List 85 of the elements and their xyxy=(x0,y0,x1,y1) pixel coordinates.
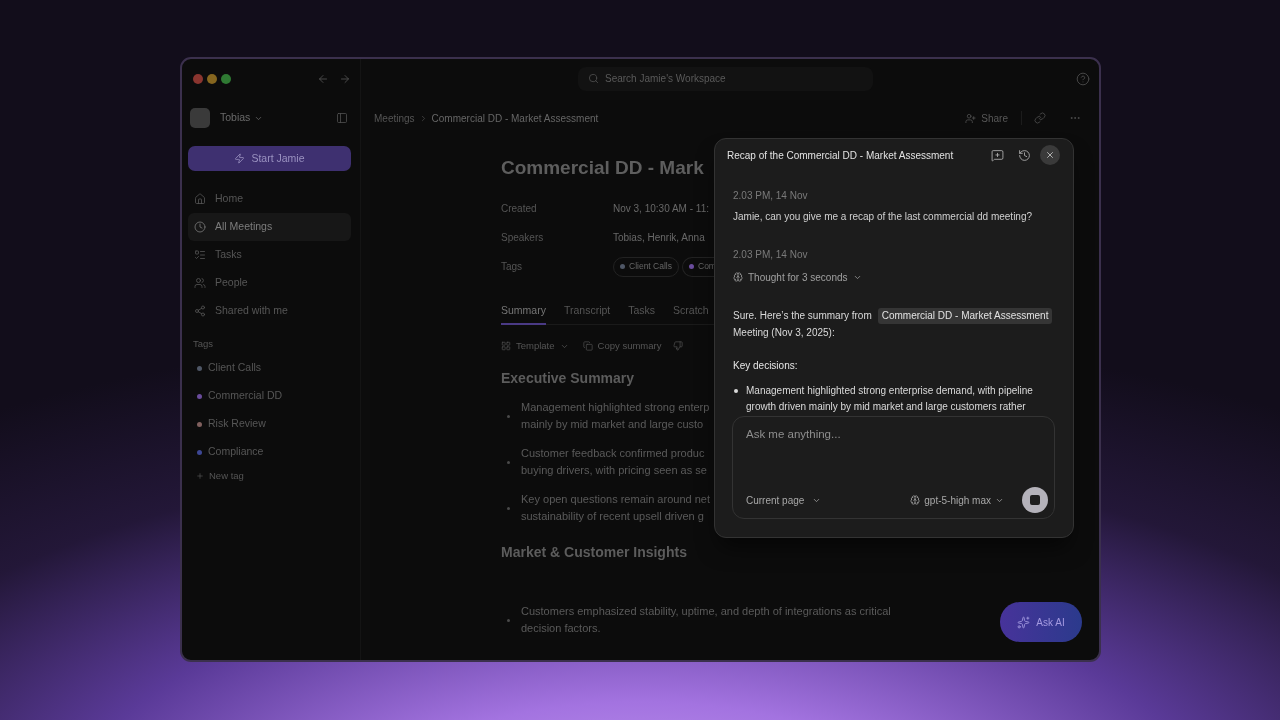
bullet-icon xyxy=(734,389,738,393)
bullet-text: Key open questions remain around net sustainability of recent upsell driven g xyxy=(521,492,710,524)
thought-toggle[interactable]: Thought for 3 seconds xyxy=(733,268,862,286)
lightning-icon xyxy=(234,153,246,164)
nav-item[interactable]: All Meetings xyxy=(188,213,351,241)
bullet-icon xyxy=(507,618,510,622)
message-timestamp: 2.03 PM, 14 Nov xyxy=(733,249,808,260)
tab[interactable]: Tasks xyxy=(628,299,656,325)
bullet-text: Customer feedback confirmed produc buying drivers, with pricing seen as se xyxy=(521,446,707,478)
message-text: Jamie, can you give me a recap of the last commercial dd meeting? xyxy=(733,210,1033,224)
share-button[interactable]: Share xyxy=(965,110,1008,126)
context-dropdown[interactable]: Current page xyxy=(746,492,822,508)
message-input[interactable]: Ask me anything... xyxy=(733,417,1054,487)
tag-item[interactable]: Client Calls xyxy=(188,354,351,382)
bullet-text: Management highlighted strong enterp mainly by mid market and large custo xyxy=(521,400,710,432)
reference-chip[interactable]: Commercial DD - Market Assessment xyxy=(877,308,1053,324)
tag-item[interactable]: Commercial DD xyxy=(188,382,351,410)
model-dropdown[interactable]: gpt-5-high max xyxy=(910,492,1004,508)
forward-arrow-icon[interactable] xyxy=(339,72,351,85)
copy-icon xyxy=(582,341,593,351)
tags-heading: Tags xyxy=(193,336,214,351)
sparkle-icon xyxy=(1017,615,1031,629)
thumbs-down-icon[interactable] xyxy=(673,341,684,351)
back-arrow-icon[interactable] xyxy=(317,72,329,85)
window-zoom-button[interactable] xyxy=(221,73,231,84)
history-icon[interactable] xyxy=(1018,148,1031,162)
brain-icon xyxy=(733,272,743,282)
property-label: Created xyxy=(501,202,538,216)
bullet-icon xyxy=(507,414,510,418)
nav-item[interactable]: Home xyxy=(188,185,351,213)
property-value: Tobias, Henrik, Anna xyxy=(613,231,705,245)
stop-icon xyxy=(1030,495,1040,505)
breadcrumb-link[interactable]: Meetings xyxy=(374,110,415,126)
brain-icon xyxy=(910,495,921,505)
property-value: Nov 3, 10:30 AM - 11: xyxy=(613,202,709,216)
property-label: Tags xyxy=(501,260,524,274)
close-icon xyxy=(1045,150,1055,160)
close-button[interactable] xyxy=(1040,145,1060,165)
tag-item[interactable]: Compliance xyxy=(188,438,351,466)
tab[interactable]: Summary xyxy=(501,299,546,325)
start-button[interactable]: Start Jamie xyxy=(188,146,351,171)
nav-item[interactable]: Tasks xyxy=(188,241,351,269)
window-minimize-button[interactable] xyxy=(207,73,217,84)
copy-summary-button[interactable]: Copy summary xyxy=(582,338,662,354)
bullet-text: Customers emphasized stability, uptime, and depth of integrations as critical decision factors. xyxy=(521,604,891,636)
people-icon xyxy=(194,277,206,289)
tab[interactable]: Transcript xyxy=(563,299,611,325)
breadcrumb-current: Commercial DD - Market Assessment xyxy=(431,111,599,126)
user-plus-icon xyxy=(965,112,977,124)
ask-ai-button[interactable]: Ask AI xyxy=(1000,602,1082,642)
grid-icon xyxy=(501,341,511,351)
tag-item[interactable]: Risk Review xyxy=(188,410,351,438)
link-icon[interactable] xyxy=(1034,112,1046,124)
message-heading: Key decisions: xyxy=(733,359,798,373)
search-icon xyxy=(588,73,599,84)
bullet-icon xyxy=(507,506,510,510)
property-label: Speakers xyxy=(501,231,545,245)
avatar-placeholder xyxy=(190,108,210,128)
message-text: Sure. Here’s the summary from Commercial DD - Market Assessment Meeting (Nov 3, 2025): xyxy=(733,307,1053,341)
search-input[interactable]: Search Jamie's Workspace xyxy=(605,71,873,86)
message-plus-icon[interactable] xyxy=(991,148,1004,162)
meeting-title: Commercial DD - Mark xyxy=(501,157,704,179)
search-field[interactable]: Search Jamie's Workspace xyxy=(578,66,873,91)
message-timestamp: 2.03 PM, 14 Nov xyxy=(733,190,808,201)
share-icon xyxy=(194,305,206,317)
chat-title: Recap of the Commercial DD - Market Assessment xyxy=(727,148,954,163)
user-menu-button[interactable]: Tobias xyxy=(220,110,264,126)
bullet-text: Management highlighted strong enterprise demand, with pipeline growth driven mainly by mid market and large customers rather xyxy=(746,384,1033,414)
nav-item[interactable]: Shared with me xyxy=(188,297,351,325)
new-tag-button[interactable]: New tag xyxy=(188,466,351,486)
plus-icon xyxy=(196,472,204,480)
composer-box[interactable]: Ask me anything... Current page gpt-5-high max xyxy=(732,416,1055,519)
window-close-button[interactable] xyxy=(193,73,203,84)
home-icon xyxy=(194,193,206,205)
clock-icon xyxy=(194,221,206,233)
help-icon[interactable] xyxy=(1076,71,1090,86)
bullet-icon xyxy=(507,460,510,464)
checklist-icon xyxy=(194,249,206,261)
tab[interactable]: Scratch xyxy=(673,299,709,325)
template-dropdown[interactable]: Template xyxy=(501,338,569,354)
stop-button[interactable] xyxy=(1022,487,1048,513)
section-heading: Market & Customer Insights xyxy=(501,543,687,561)
nav-item[interactable]: People xyxy=(188,269,351,297)
sidebar-toggle-icon[interactable] xyxy=(336,112,348,124)
section-heading: Executive Summary xyxy=(501,369,635,387)
